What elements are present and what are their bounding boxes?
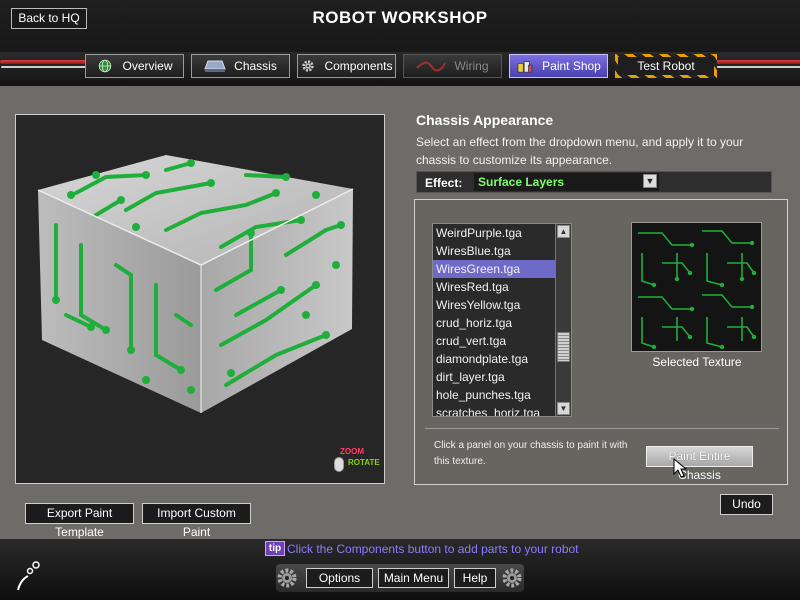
tip-text: Click the Components button to add parts… xyxy=(287,542,579,556)
gear-icon xyxy=(502,568,522,588)
help-button[interactable]: Help xyxy=(454,568,496,588)
tab-overview-label: Overview xyxy=(122,59,173,73)
options-button[interactable]: Options xyxy=(306,568,373,588)
selected-texture-preview xyxy=(631,222,762,352)
texture-list-item[interactable]: hole_punches.tga xyxy=(433,386,571,404)
paint-cans-icon xyxy=(517,61,533,73)
effect-bar: Effect: Surface Layers ▼ xyxy=(416,171,772,193)
texture-list-item[interactable]: crud_horiz.tga xyxy=(433,314,571,332)
panel-divider xyxy=(425,428,779,429)
mouse-icon xyxy=(334,457,344,472)
tab-chassis-label: Chassis xyxy=(234,59,277,73)
undo-button[interactable]: Undo xyxy=(720,494,773,515)
effect-dropdown[interactable]: Surface Layers ▼ xyxy=(474,173,659,191)
texture-list-item[interactable]: diamondplate.tga xyxy=(433,350,571,368)
texture-panel: WeirdPurple.tga WiresBlue.tga WiresGreen.t… xyxy=(414,199,788,485)
wire-icon xyxy=(416,61,447,72)
effect-label: Effect: xyxy=(425,176,463,190)
mouse-controls-hint: ZOOM ROTATE xyxy=(332,445,382,479)
chassis-appearance-description: Select an effect from the dropdown menu,… xyxy=(416,135,744,167)
main-menu-button[interactable]: Main Menu xyxy=(378,568,449,588)
tab-components[interactable]: Components xyxy=(297,54,396,78)
texture-list[interactable]: WeirdPurple.tga WiresBlue.tga WiresGreen.t… xyxy=(432,223,572,417)
globe-icon xyxy=(99,59,112,73)
chassis-3d-viewport[interactable]: ZOOM ROTATE xyxy=(15,114,385,484)
texture-list-item[interactable]: crud_vert.tga xyxy=(433,332,571,350)
chassis-icon xyxy=(204,60,226,72)
texture-list-item[interactable]: WeirdPurple.tga xyxy=(433,224,571,242)
chassis-appearance-title: Chassis Appearance xyxy=(416,112,554,128)
tab-test-robot[interactable]: Test Robot xyxy=(615,54,717,78)
tab-wiring-label: Wiring xyxy=(454,59,489,73)
footer: tip Click the Components button to add p… xyxy=(0,539,800,600)
tab-wiring[interactable]: Wiring xyxy=(403,54,502,78)
selected-texture-label: Selected Texture xyxy=(652,355,742,369)
texture-list-item[interactable]: scratches_horiz.tga xyxy=(433,404,571,416)
export-paint-template-button[interactable]: Export Paint Template xyxy=(25,503,134,539)
game-logo-icon xyxy=(17,561,40,591)
tab-test-robot-label: Test Robot xyxy=(637,59,695,73)
tab-paint-shop[interactable]: Paint Shop xyxy=(509,54,608,78)
texture-list-item[interactable]: WiresBlue.tga xyxy=(433,242,571,260)
import-custom-paint-button[interactable]: Import Custom Paint xyxy=(142,503,251,539)
rotate-hint-label: ROTATE xyxy=(348,458,380,467)
header: Back to HQ ROBOT WORKSHOP Overview Chass… xyxy=(0,0,800,86)
texture-list-item[interactable]: WiresYellow.tga xyxy=(433,296,571,314)
circuit-texture-image xyxy=(632,223,761,351)
texture-list-item[interactable]: WiresGreen.tga xyxy=(433,260,571,278)
cable-decoration-left xyxy=(0,60,90,64)
tab-paint-shop-label: Paint Shop xyxy=(542,59,601,73)
texture-list-item[interactable]: dirt_layer.tga xyxy=(433,368,571,386)
chevron-down-icon[interactable]: ▼ xyxy=(643,174,657,188)
texture-list-item[interactable]: WiresRed.tga xyxy=(433,278,571,296)
paint-hint-text: Click a panel on your chassis to paint i… xyxy=(434,440,628,467)
tab-chassis[interactable]: Chassis xyxy=(191,54,290,78)
footer-menu-bar: Options Main Menu Help xyxy=(276,564,524,592)
tab-overview[interactable]: Overview xyxy=(85,54,184,78)
gear-icon xyxy=(277,568,297,588)
mouse-cursor-icon xyxy=(673,458,687,478)
cable-decoration-right xyxy=(712,60,800,64)
scroll-thumb[interactable] xyxy=(557,332,570,362)
zoom-hint-label: ZOOM xyxy=(340,447,364,456)
tip-badge: tip xyxy=(265,541,285,556)
scroll-up-icon[interactable]: ▲ xyxy=(557,225,570,238)
scroll-down-icon[interactable]: ▼ xyxy=(557,402,570,415)
app-title: ROBOT WORKSHOP xyxy=(312,8,488,27)
gear-icon xyxy=(302,60,315,72)
effect-dropdown-value: Surface Layers xyxy=(478,175,565,189)
texture-list-scrollbar[interactable]: ▲ ▼ xyxy=(555,224,571,416)
paint-entire-chassis-button[interactable]: Paint Entire Chassis xyxy=(646,446,753,482)
tab-components-label: Components xyxy=(324,59,393,73)
chassis-render xyxy=(37,155,354,413)
